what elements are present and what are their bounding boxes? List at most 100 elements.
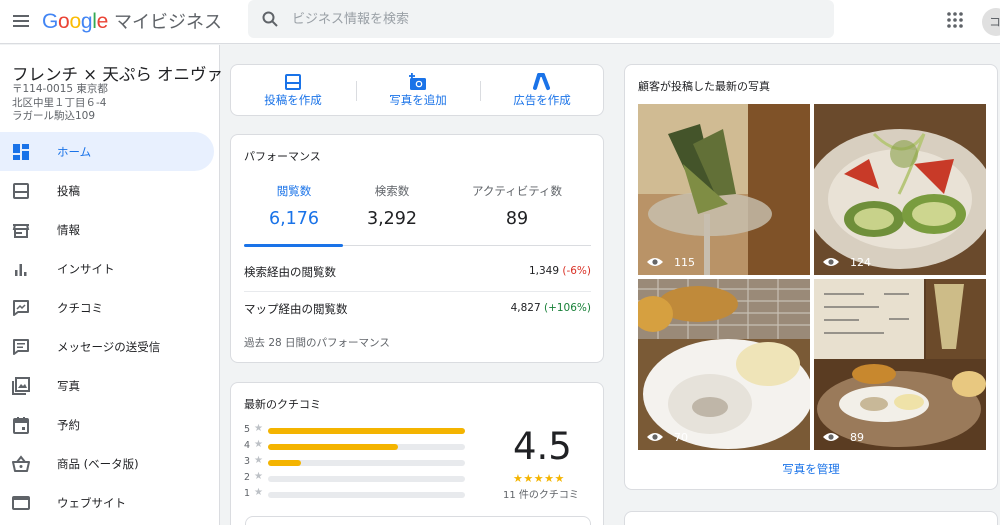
sidebar-item-label: インサイト bbox=[57, 261, 115, 276]
customer-photo[interactable]: 124 bbox=[814, 104, 986, 275]
website-icon bbox=[12, 496, 30, 510]
customer-photo[interactable]: 70 bbox=[638, 279, 810, 450]
metric-value: 89 bbox=[505, 209, 529, 229]
eye-icon bbox=[647, 258, 663, 266]
apps-grid-icon[interactable] bbox=[946, 11, 964, 29]
sidebar-item-label: ウェブサイト bbox=[57, 495, 126, 510]
business-address: 〒114-0015 東京都 北区中里１丁目６-4 ラガール駒込109 bbox=[12, 83, 108, 124]
google-wordmark: Google bbox=[42, 10, 108, 33]
sidebar-item-photos[interactable]: 写真 bbox=[0, 366, 214, 405]
photos-icon bbox=[12, 377, 30, 395]
address-line: 〒114-0015 東京都 bbox=[12, 83, 108, 95]
rating-bar-row: 5 ★ bbox=[244, 423, 474, 437]
metric-label: アクティビティ数 bbox=[471, 184, 563, 198]
review-count[interactable]: 11 件のクチコミ bbox=[503, 486, 579, 501]
active-tab-indicator bbox=[244, 244, 343, 247]
manage-photos-link[interactable]: 写真を管理 bbox=[625, 461, 997, 477]
photo-view-count: 70 bbox=[646, 429, 688, 445]
sidebar-item-reviews[interactable]: クチコミ bbox=[0, 288, 214, 327]
sidebar-item-label: 商品 (ベータ版) bbox=[57, 456, 139, 471]
rating-bar-fill bbox=[268, 444, 399, 450]
sidebar-item-bookings[interactable]: 予約 bbox=[0, 405, 214, 444]
sidebar-item-products[interactable]: 商品 (ベータ版) bbox=[0, 444, 214, 483]
add-photo-button[interactable]: 写真を追加 bbox=[356, 65, 480, 115]
photo-image bbox=[638, 104, 810, 275]
star-icon: ★ bbox=[254, 423, 263, 434]
metric-tab-views[interactable]: 閲覧数 6,176 bbox=[239, 183, 349, 229]
metric-label: 閲覧数 bbox=[276, 184, 312, 198]
sidebar-item-website[interactable]: ウェブサイト bbox=[0, 483, 214, 522]
search-bar[interactable] bbox=[248, 0, 834, 38]
eye-icon bbox=[823, 258, 839, 266]
customer-photo[interactable]: 89 bbox=[814, 279, 986, 450]
metric-tab-activities[interactable]: アクティビティ数 89 bbox=[462, 183, 572, 229]
views-count: 70 bbox=[674, 430, 688, 444]
eye-icon bbox=[647, 433, 663, 441]
photo-image bbox=[814, 104, 986, 275]
rating-bar-row: 2 ★ bbox=[244, 471, 474, 485]
create-ad-button[interactable]: 広告を作成 bbox=[480, 65, 604, 115]
photo-view-count: 124 bbox=[822, 254, 871, 270]
reviews-icon bbox=[13, 300, 29, 316]
rating-bar-track bbox=[268, 492, 465, 498]
sidebar: フレンチ × 天ぷら オニヴァ 〒114-0015 東京都 北区中里１丁目６-4… bbox=[0, 45, 223, 525]
sidebar-item-insights[interactable]: インサイト bbox=[0, 249, 214, 288]
views-count: 124 bbox=[850, 255, 871, 269]
search-input[interactable] bbox=[292, 0, 812, 38]
search-icon[interactable] bbox=[261, 10, 279, 28]
sidebar-item-label: ホーム bbox=[57, 144, 92, 159]
rating-bar-track bbox=[268, 444, 465, 450]
sidebar-item-posts[interactable]: 投稿 bbox=[0, 171, 214, 210]
photo-view-count: 115 bbox=[646, 254, 695, 270]
metric-value: 6,176 bbox=[268, 209, 320, 229]
stat-number: 1,349 bbox=[528, 265, 560, 277]
rating-level: 5 bbox=[244, 424, 251, 435]
menu-icon[interactable] bbox=[12, 12, 30, 30]
sidebar-item-label: 予約 bbox=[57, 417, 80, 432]
eye-icon bbox=[823, 433, 839, 441]
stat-number: 4,827 bbox=[510, 302, 541, 314]
google-my-business-logo[interactable]: Google マイビジネス bbox=[42, 8, 222, 34]
sidebar-item-info[interactable]: 情報 bbox=[0, 210, 214, 249]
sidebar-item-label: 投稿 bbox=[57, 183, 80, 198]
photo-image bbox=[638, 279, 810, 450]
address-line: 北区中里１丁目６-4 bbox=[12, 96, 107, 109]
stat-label: 検索経由の閲覧数 bbox=[244, 265, 336, 279]
rating-bar-fill bbox=[268, 428, 465, 434]
stat-value: 4,827 (+106%) bbox=[511, 302, 591, 314]
map-views-row: マップ経由の閲覧数 4,827 (+106%) bbox=[244, 299, 591, 319]
photos-title: 顧客が投稿した最新の写真 bbox=[638, 80, 770, 93]
rating-level: 4 bbox=[244, 440, 251, 451]
reviews-card: 最新のクチコミ 5 ★ 4 ★ 3 ★ 2 ★ 1 ★ 4.5 ★★★★★ 11… bbox=[230, 382, 604, 525]
quick-actions-card: 投稿を作成 写真を追加 広告を作成 bbox=[230, 64, 604, 116]
star-icon: ★ bbox=[254, 471, 263, 482]
sidebar-item-label: メッセージの送受信 bbox=[57, 339, 161, 354]
stat-label: マップ経由の閲覧数 bbox=[244, 302, 348, 316]
rating-bar-track bbox=[268, 428, 465, 434]
customer-photo[interactable]: 115 bbox=[638, 104, 810, 275]
star-icon: ★ bbox=[254, 455, 263, 466]
sidebar-item-home[interactable]: ホーム bbox=[0, 132, 214, 171]
sidebar-item-messages[interactable]: メッセージの送受信 bbox=[0, 327, 214, 366]
latest-review-item[interactable] bbox=[245, 516, 591, 525]
rating-level: 1 bbox=[244, 488, 251, 499]
metric-value: 3,292 bbox=[366, 209, 418, 229]
rating-level: 2 bbox=[244, 472, 251, 483]
insights-icon bbox=[15, 264, 27, 276]
rating-stars-icon: ★★★★★ bbox=[513, 472, 565, 485]
rating-bar-fill bbox=[268, 460, 302, 466]
search-views-row: 検索経由の閲覧数 1,349 (-6%) bbox=[244, 262, 591, 282]
reviews-title: 最新のクチコミ bbox=[244, 398, 321, 411]
top-app-bar: Google マイビジネス コ bbox=[0, 0, 1000, 44]
change-negative: (-6%) bbox=[562, 265, 591, 277]
account-avatar[interactable]: コ bbox=[982, 8, 1000, 36]
address-line: ラガール駒込109 bbox=[12, 110, 96, 122]
basket-icon bbox=[12, 455, 30, 472]
add-photo-label: 写真を追加 bbox=[389, 93, 447, 107]
create-ad-label: 広告を作成 bbox=[513, 93, 571, 107]
metric-tab-searches[interactable]: 検索数 3,292 bbox=[337, 183, 447, 229]
rating-bar-track bbox=[268, 476, 465, 482]
google-ads-icon bbox=[533, 73, 550, 90]
create-post-button[interactable]: 投稿を作成 bbox=[231, 65, 355, 115]
stat-value: 1,349 (-6%) bbox=[529, 265, 591, 277]
